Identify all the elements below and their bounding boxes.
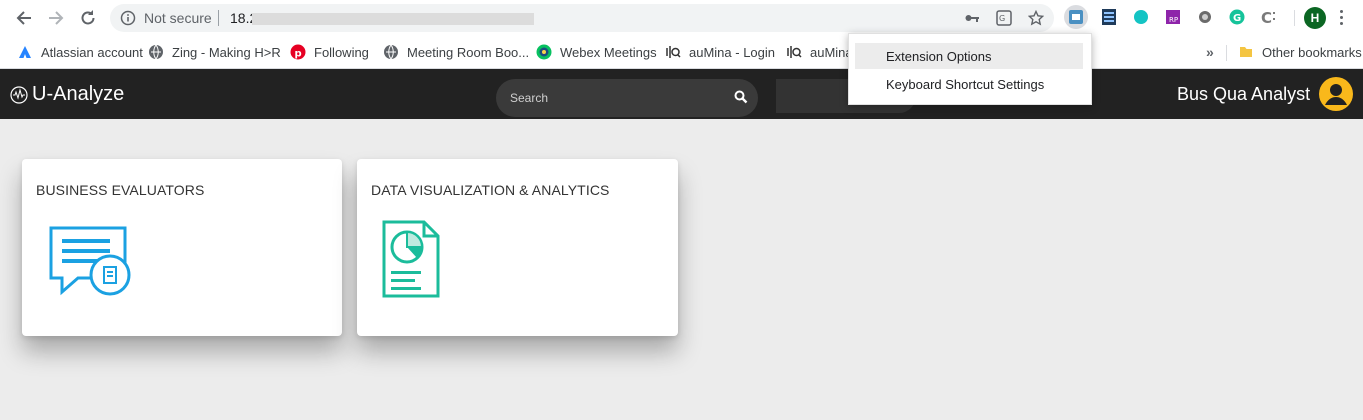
bookmark-label: Webex Meetings bbox=[560, 44, 657, 60]
search-placeholder: Search bbox=[510, 91, 549, 105]
svg-text:G: G bbox=[999, 14, 1005, 23]
bookmark-label: Meeting Room Boo... bbox=[407, 44, 530, 60]
extension-notes-icon[interactable] bbox=[1100, 8, 1118, 26]
bookmark-label: Zing - Making H>R bbox=[172, 44, 281, 60]
bookmark-aumina[interactable]: auMina bbox=[786, 43, 853, 61]
bookmark-aumina-login[interactable]: auMina - Login bbox=[665, 43, 775, 61]
back-button[interactable] bbox=[14, 8, 34, 28]
toolbar-divider bbox=[1294, 10, 1295, 26]
bookmarks-overflow-button[interactable]: » bbox=[1206, 44, 1214, 60]
extension-circle-icon[interactable] bbox=[1132, 8, 1150, 26]
user-avatar-icon[interactable] bbox=[1318, 76, 1354, 112]
atlassian-icon bbox=[17, 44, 33, 60]
bookmark-meeting-room[interactable]: Meeting Room Boo... bbox=[383, 43, 529, 61]
card-title: BUSINESS EVALUATORS bbox=[36, 182, 205, 198]
main-content: BUSINESS EVALUATORS DATA VISUALIZATION &… bbox=[4, 119, 1363, 420]
aumina-icon bbox=[786, 44, 802, 60]
folder-icon bbox=[1238, 44, 1254, 60]
svg-text:G: G bbox=[1233, 13, 1241, 24]
info-icon[interactable] bbox=[120, 10, 136, 26]
forward-arrow-icon bbox=[49, 11, 64, 25]
waveform-logo-icon bbox=[10, 85, 28, 104]
bookmark-label: Atlassian account bbox=[41, 44, 143, 60]
bookmark-label: auMina bbox=[810, 44, 853, 60]
bookmark-zing[interactable]: Zing - Making H>R bbox=[148, 43, 281, 61]
bookmark-other-folder[interactable]: Other bookmarks bbox=[1238, 43, 1362, 61]
forward-button[interactable] bbox=[46, 8, 66, 28]
menu-item-label: Extension Options bbox=[886, 49, 992, 64]
menu-item-label: Keyboard Shortcut Settings bbox=[886, 77, 1045, 92]
reload-button[interactable] bbox=[78, 8, 98, 28]
back-arrow-icon bbox=[16, 11, 31, 25]
aumina-icon bbox=[665, 44, 681, 60]
menu-item-keyboard-shortcuts[interactable]: Keyboard Shortcut Settings bbox=[855, 71, 1083, 97]
pie-chart-document-icon bbox=[382, 220, 440, 298]
profile-avatar[interactable]: H bbox=[1304, 7, 1326, 29]
browser-toolbar: Not secure 18.2 G RP G C H bbox=[0, 0, 1363, 36]
search-icon[interactable] bbox=[734, 90, 748, 104]
svg-text:RP: RP bbox=[1169, 16, 1178, 24]
app-logo[interactable]: U-Analyze bbox=[10, 83, 124, 106]
chat-document-icon bbox=[49, 226, 131, 296]
bookmark-label: Other bookmarks bbox=[1262, 44, 1362, 60]
bookmark-atlassian[interactable]: Atlassian account bbox=[17, 43, 143, 61]
extension-context-menu: Extension Options Keyboard Shortcut Sett… bbox=[848, 33, 1092, 105]
grammarly-icon[interactable]: G bbox=[1228, 8, 1246, 26]
bookmark-following[interactable]: p Following bbox=[290, 43, 369, 61]
bookmarks-divider bbox=[1226, 45, 1227, 61]
browser-menu-button[interactable] bbox=[1340, 10, 1344, 28]
webex-icon bbox=[536, 44, 552, 60]
extension-rp-icon[interactable]: RP bbox=[1164, 8, 1182, 26]
card-business-evaluators[interactable]: BUSINESS EVALUATORS bbox=[22, 159, 342, 336]
omnibox-divider bbox=[218, 10, 219, 26]
key-icon[interactable] bbox=[964, 10, 980, 26]
search-input[interactable]: Search bbox=[496, 79, 758, 117]
globe-icon bbox=[383, 44, 399, 60]
card-data-visualization[interactable]: DATA VISUALIZATION & ANALYTICS bbox=[357, 159, 678, 336]
bookmarks-bar: Atlassian account Zing - Making H>R p Fo… bbox=[0, 36, 1363, 69]
bookmark-webex[interactable]: Webex Meetings bbox=[536, 43, 657, 61]
svg-text:C: C bbox=[1261, 9, 1272, 26]
extension-record-icon[interactable] bbox=[1196, 8, 1214, 26]
card-title: DATA VISUALIZATION & ANALYTICS bbox=[371, 182, 610, 198]
bookmark-label: auMina - Login bbox=[689, 44, 775, 60]
menu-item-extension-options[interactable]: Extension Options bbox=[855, 43, 1083, 69]
svg-text:p: p bbox=[295, 49, 302, 60]
url-redaction bbox=[252, 13, 534, 25]
user-role-label: Bus Qua Analyst bbox=[1177, 84, 1311, 104]
app-logo-text: U-Analyze bbox=[32, 83, 125, 105]
reload-icon bbox=[81, 10, 95, 25]
security-label: Not secure bbox=[144, 10, 212, 26]
pinterest-icon: p bbox=[290, 44, 306, 60]
extension-uanalyze-icon[interactable] bbox=[1067, 8, 1085, 26]
extension-c-icon[interactable]: C bbox=[1260, 8, 1278, 26]
star-icon[interactable] bbox=[1028, 10, 1044, 26]
app-header: U-Analyze Search Bus Qua Analyst bbox=[0, 69, 1363, 119]
address-bar[interactable]: Not secure 18.2 G bbox=[110, 4, 1054, 32]
bookmark-label: Following bbox=[314, 44, 369, 60]
globe-icon bbox=[148, 44, 164, 60]
translate-icon[interactable]: G bbox=[996, 10, 1012, 26]
